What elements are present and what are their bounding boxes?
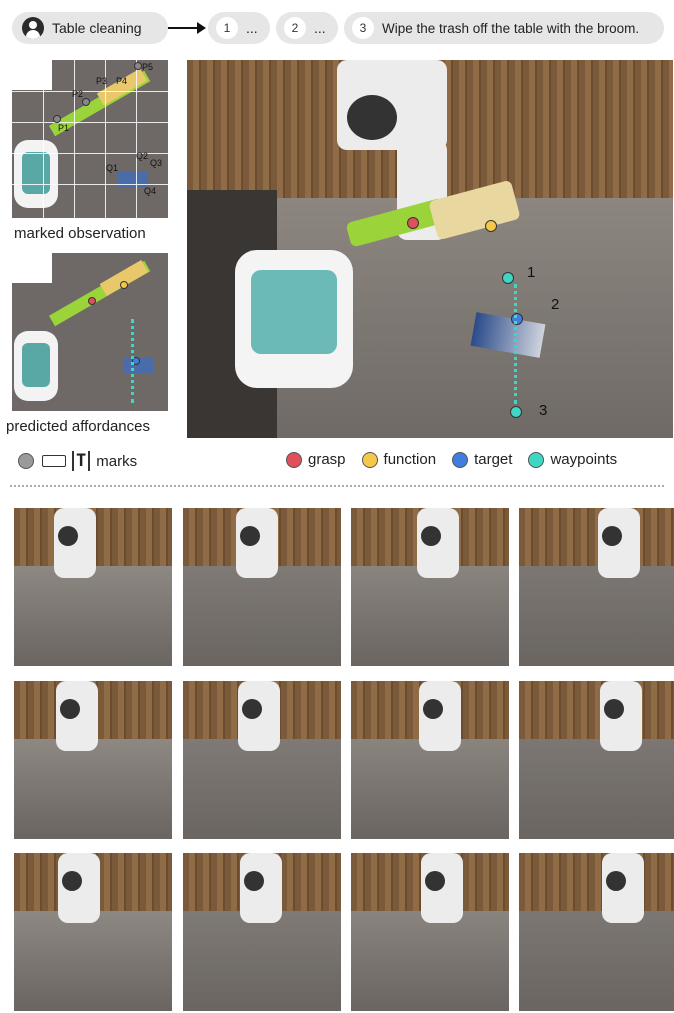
- predicted-affordances-image: [12, 253, 168, 411]
- main-observation-image: 1 2 3: [187, 60, 673, 438]
- mark-q3: Q3: [150, 158, 163, 168]
- text-mark-icon: T: [72, 451, 91, 471]
- pred-grasp-dot: [88, 297, 96, 305]
- marks-label: marks: [96, 452, 138, 470]
- function-label: function: [383, 451, 437, 468]
- gallery-image-table-brush-glasses-case: [14, 508, 172, 666]
- predicted-affordances-caption: predicted affordances: [6, 418, 150, 435]
- task-label: Table cleaning: [52, 20, 142, 36]
- mark-p2: P2: [72, 89, 84, 99]
- gallery-image-flower-pot: [351, 853, 509, 1011]
- target-dot: [511, 313, 523, 325]
- gallery-image-ultrasonic-cleaner: [351, 681, 509, 839]
- grasp-label: grasp: [308, 451, 346, 468]
- marked-observation-caption: marked observation: [14, 225, 146, 242]
- step-3-number: 3: [352, 17, 374, 39]
- waypoint-3-dot: [510, 406, 522, 418]
- arrow-icon: [168, 22, 206, 34]
- waypoint-1-dot: [502, 272, 514, 284]
- mark-q1: Q1: [106, 163, 119, 173]
- function-dot: [485, 220, 497, 232]
- waypoints-legend-dot: [528, 451, 545, 468]
- step-3-pill: 3 Wipe the trash off the table with the …: [344, 12, 664, 44]
- target-label: target: [474, 451, 513, 468]
- section-divider: [10, 485, 664, 487]
- mark-p5-dot: [134, 62, 142, 70]
- gallery-image-ultrasonic-cleaner-close: [519, 681, 674, 839]
- gallery-image-hand-scissors: [183, 853, 341, 1011]
- grasp-legend-dot: [286, 451, 302, 468]
- pred-function-dot: [120, 281, 128, 289]
- task-pill: Table cleaning: [12, 12, 168, 44]
- marked-observation-image: P1 P2 P3 P4 P5 Q1 Q2 Q3 Q4: [12, 60, 168, 218]
- step-2-text: ...: [314, 20, 326, 36]
- user-icon: [22, 17, 44, 39]
- mark-q2: Q2: [136, 151, 149, 161]
- function-legend-dot: [361, 451, 378, 468]
- step-1-number: 1: [216, 17, 238, 39]
- step-3-text: Wipe the trash off the table with the br…: [382, 20, 640, 36]
- step-1-text: ...: [246, 20, 258, 36]
- mark-p1-dot: [53, 115, 61, 123]
- marks-legend: T marks: [18, 451, 137, 471]
- waypoints-label: waypoints: [550, 451, 618, 468]
- affordance-legend: grasp function target waypoints: [286, 451, 617, 468]
- mark-p2-dot: [82, 98, 90, 106]
- waypoint-2-label: 2: [551, 296, 560, 313]
- gallery-image-box-tinsel-tray-close: [519, 508, 674, 666]
- mark-p5: P5: [142, 62, 154, 72]
- step-2-pill: 2 ...: [276, 12, 338, 44]
- target-legend-dot: [452, 451, 469, 468]
- marks-dot-icon: [18, 453, 34, 469]
- step-1-pill: 1 ...: [208, 12, 270, 44]
- waypoint-1-label: 1: [527, 264, 536, 281]
- marks-rect-icon: [42, 455, 66, 467]
- gallery-image-laptop-closing: [183, 681, 341, 839]
- gallery-image-table-brush-trash: [183, 508, 341, 666]
- mark-p3: P3: [96, 76, 108, 86]
- gallery-image-box-red-eraser-stapler: [14, 853, 172, 1011]
- mark-p1: P1: [58, 123, 70, 133]
- mark-q4: Q4: [144, 186, 157, 196]
- step-2-number: 2: [284, 17, 306, 39]
- gallery-image-cloth-lint-roller: [519, 853, 674, 1011]
- gallery-image-laptop-open: [14, 681, 172, 839]
- mark-p4: P4: [116, 76, 128, 86]
- gallery-image-box-tinsel-tray: [351, 508, 509, 666]
- grasp-dot: [407, 217, 419, 229]
- waypoint-3-label: 3: [539, 402, 548, 419]
